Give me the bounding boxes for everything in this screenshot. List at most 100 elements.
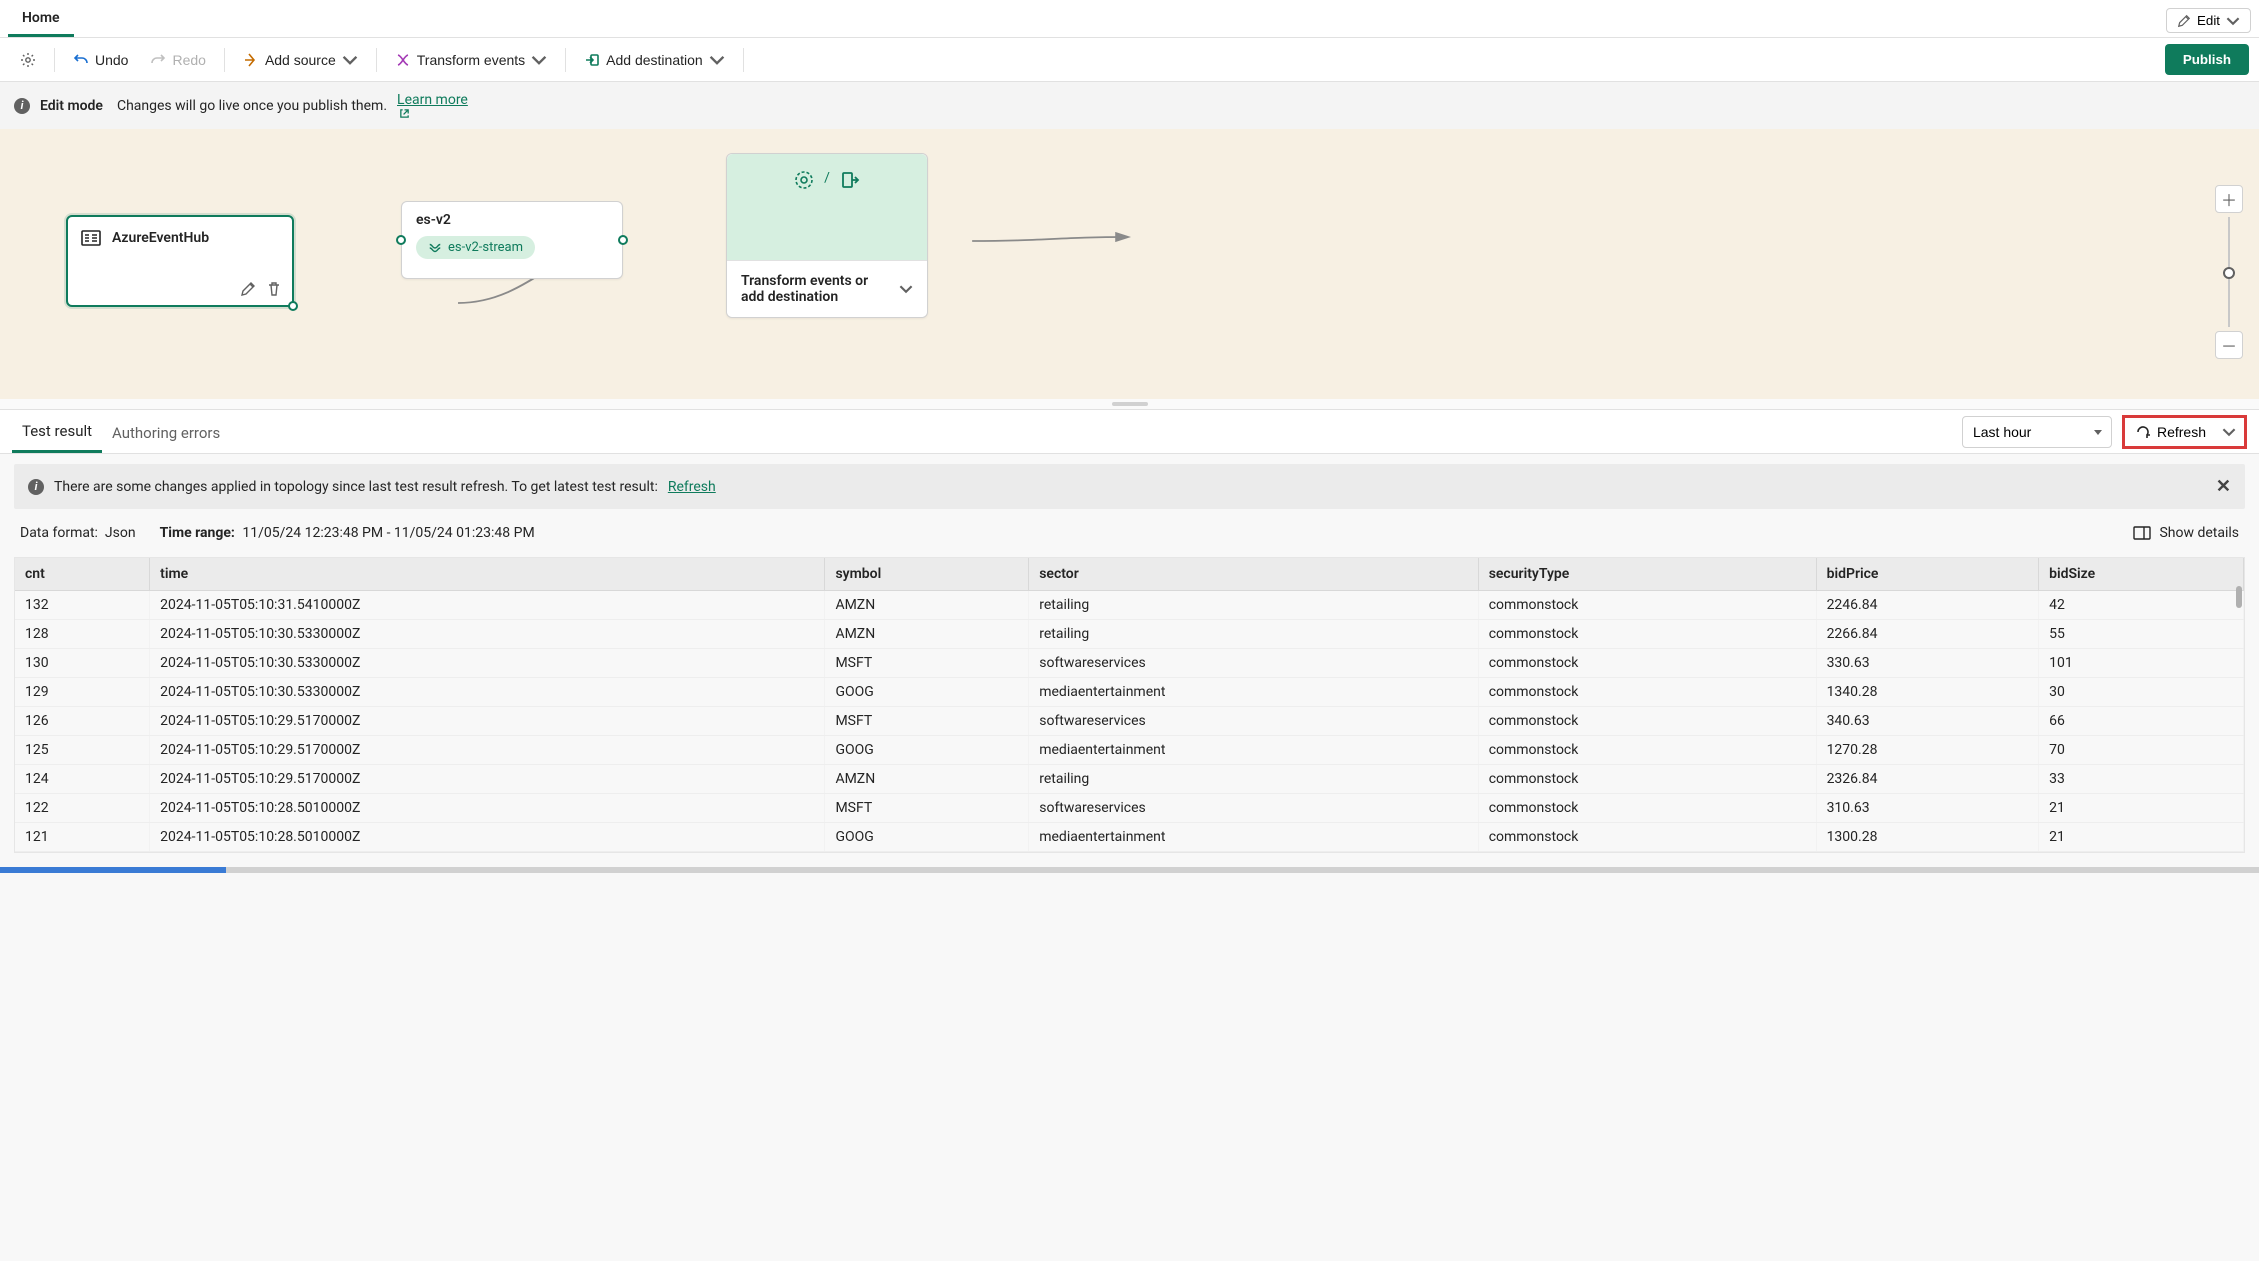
table-row[interactable]: 1212024-11-05T05:10:28.5010000ZGOOGmedia… bbox=[15, 823, 2244, 852]
edit-mode-banner: i Edit mode Changes will go live once yo… bbox=[0, 82, 2259, 129]
edit-mode-title: Edit mode bbox=[40, 98, 103, 114]
results-table[interactable]: cnttimesymbolsectorsecurityTypebidPriceb… bbox=[15, 558, 2244, 852]
zoom-slider-track[interactable] bbox=[2228, 217, 2230, 327]
output-port[interactable] bbox=[618, 235, 628, 245]
stream-pill-label: es-v2-stream bbox=[448, 240, 523, 255]
destination-placeholder-node[interactable]: / Transform events or add destination bbox=[726, 153, 928, 318]
output-port[interactable] bbox=[288, 301, 298, 311]
table-cell: retailing bbox=[1029, 620, 1478, 649]
table-cell: 2266.84 bbox=[1816, 620, 2039, 649]
table-cell: 132 bbox=[15, 591, 150, 620]
table-cell: 1270.28 bbox=[1816, 736, 2039, 765]
tab-authoring-errors[interactable]: Authoring errors bbox=[102, 412, 230, 452]
show-details-button[interactable]: Show details bbox=[2133, 525, 2239, 541]
table-cell: 130 bbox=[15, 649, 150, 678]
undo-button[interactable]: Undo bbox=[63, 46, 138, 74]
time-range-value: 11/05/24 12:23:48 PM - 11/05/24 01:23:48… bbox=[242, 525, 534, 541]
col-cnt[interactable]: cnt bbox=[15, 558, 150, 591]
table-row[interactable]: 1282024-11-05T05:10:30.5330000ZAMZNretai… bbox=[15, 620, 2244, 649]
redo-label: Redo bbox=[172, 52, 205, 68]
table-cell: 101 bbox=[2039, 649, 2244, 678]
table-cell: 1340.28 bbox=[1816, 678, 2039, 707]
time-range-block: Time range: 11/05/24 12:23:48 PM - 11/05… bbox=[160, 525, 535, 541]
pane-resize-handle[interactable] bbox=[0, 399, 2259, 409]
input-port[interactable] bbox=[396, 235, 406, 245]
table-cell: 2024-11-05T05:10:30.5330000Z bbox=[150, 620, 825, 649]
zoom-slider-handle[interactable] bbox=[2223, 267, 2235, 279]
add-destination-label: Add destination bbox=[606, 52, 703, 68]
col-symbol[interactable]: symbol bbox=[825, 558, 1029, 591]
table-cell: retailing bbox=[1029, 765, 1478, 794]
stream-node-esv2[interactable]: es-v2 es-v2-stream bbox=[401, 201, 623, 279]
refresh-button[interactable]: Refresh bbox=[2129, 420, 2212, 444]
scrollbar-thumb[interactable] bbox=[2236, 586, 2242, 608]
col-sector[interactable]: sector bbox=[1029, 558, 1478, 591]
topology-canvas[interactable]: AzureEventHub es-v2 es-v2-stream / bbox=[0, 129, 2259, 399]
tab-home[interactable]: Home bbox=[8, 4, 74, 37]
refresh-inline-link[interactable]: Refresh bbox=[668, 479, 716, 495]
col-bidPrice[interactable]: bidPrice bbox=[1816, 558, 2039, 591]
table-cell: GOOG bbox=[825, 736, 1029, 765]
table-cell: 330.63 bbox=[1816, 649, 2039, 678]
chevron-down-icon[interactable] bbox=[899, 282, 913, 296]
redo-icon bbox=[150, 52, 166, 68]
stream-pill[interactable]: es-v2-stream bbox=[416, 236, 535, 259]
learn-more-link[interactable]: Learn more bbox=[397, 92, 468, 119]
data-format-label: Data format: bbox=[20, 525, 98, 541]
stream-icon bbox=[428, 241, 442, 255]
destination-prompt: Transform events or add destination bbox=[741, 273, 891, 305]
tab-test-result[interactable]: Test result bbox=[12, 410, 102, 453]
col-securityType[interactable]: securityType bbox=[1478, 558, 1816, 591]
table-cell: commonstock bbox=[1478, 765, 1816, 794]
results-header: Test result Authoring errors Last hour R… bbox=[0, 409, 2259, 454]
table-cell: AMZN bbox=[825, 765, 1029, 794]
source-node-azureeventhub[interactable]: AzureEventHub bbox=[66, 215, 294, 307]
zoom-out-button[interactable]: － bbox=[2215, 331, 2243, 359]
redo-button[interactable]: Redo bbox=[140, 46, 215, 74]
refresh-label: Refresh bbox=[2157, 424, 2206, 440]
table-cell: 126 bbox=[15, 707, 150, 736]
table-cell: AMZN bbox=[825, 591, 1029, 620]
table-cell: 2024-11-05T05:10:30.5330000Z bbox=[150, 649, 825, 678]
col-time[interactable]: time bbox=[150, 558, 825, 591]
data-format-value: Json bbox=[105, 525, 136, 541]
table-cell: 55 bbox=[2039, 620, 2244, 649]
table-row[interactable]: 1242024-11-05T05:10:29.5170000ZAMZNretai… bbox=[15, 765, 2244, 794]
time-range-select[interactable]: Last hour bbox=[1962, 416, 2112, 448]
add-destination-button[interactable]: Add destination bbox=[574, 46, 735, 74]
table-cell: commonstock bbox=[1478, 707, 1816, 736]
table-row[interactable]: 1262024-11-05T05:10:29.5170000ZMSFTsoftw… bbox=[15, 707, 2244, 736]
refresh-dropdown-button[interactable] bbox=[2218, 421, 2240, 443]
col-bidSize[interactable]: bidSize bbox=[2039, 558, 2244, 591]
table-row[interactable]: 1322024-11-05T05:10:31.5410000ZAMZNretai… bbox=[15, 591, 2244, 620]
transform-dest-icon bbox=[794, 170, 814, 190]
trash-icon[interactable] bbox=[266, 281, 282, 297]
table-cell: softwareservices bbox=[1029, 794, 1478, 823]
close-icon[interactable]: ✕ bbox=[2216, 476, 2231, 497]
pencil-icon[interactable] bbox=[240, 281, 256, 297]
edit-label: Edit bbox=[2197, 13, 2220, 28]
edit-button[interactable]: Edit bbox=[2166, 8, 2251, 33]
bottom-progress-bar bbox=[0, 867, 2259, 873]
table-cell: 129 bbox=[15, 678, 150, 707]
table-row[interactable]: 1222024-11-05T05:10:28.5010000ZMSFTsoftw… bbox=[15, 794, 2244, 823]
table-cell: 21 bbox=[2039, 794, 2244, 823]
settings-button[interactable] bbox=[10, 46, 46, 74]
table-scrollbar[interactable] bbox=[2236, 586, 2242, 852]
table-cell: mediaentertainment bbox=[1029, 823, 1478, 852]
table-row[interactable]: 1302024-11-05T05:10:30.5330000ZMSFTsoftw… bbox=[15, 649, 2244, 678]
table-cell: 2024-11-05T05:10:29.5170000Z bbox=[150, 765, 825, 794]
table-row[interactable]: 1292024-11-05T05:10:30.5330000ZGOOGmedia… bbox=[15, 678, 2244, 707]
table-cell: MSFT bbox=[825, 649, 1029, 678]
publish-button[interactable]: Publish bbox=[2165, 44, 2249, 75]
transform-events-button[interactable]: Transform events bbox=[385, 46, 557, 74]
table-cell: 1300.28 bbox=[1816, 823, 2039, 852]
add-source-button[interactable]: Add source bbox=[233, 46, 368, 74]
info-icon: i bbox=[14, 98, 30, 114]
zoom-in-button[interactable]: ＋ bbox=[2215, 185, 2243, 213]
table-row[interactable]: 1252024-11-05T05:10:29.5170000ZGOOGmedia… bbox=[15, 736, 2244, 765]
learn-more-label: Learn more bbox=[397, 92, 468, 108]
table-cell: GOOG bbox=[825, 678, 1029, 707]
table-cell: commonstock bbox=[1478, 823, 1816, 852]
results-table-wrap: cnttimesymbolsectorsecurityTypebidPriceb… bbox=[14, 557, 2245, 853]
